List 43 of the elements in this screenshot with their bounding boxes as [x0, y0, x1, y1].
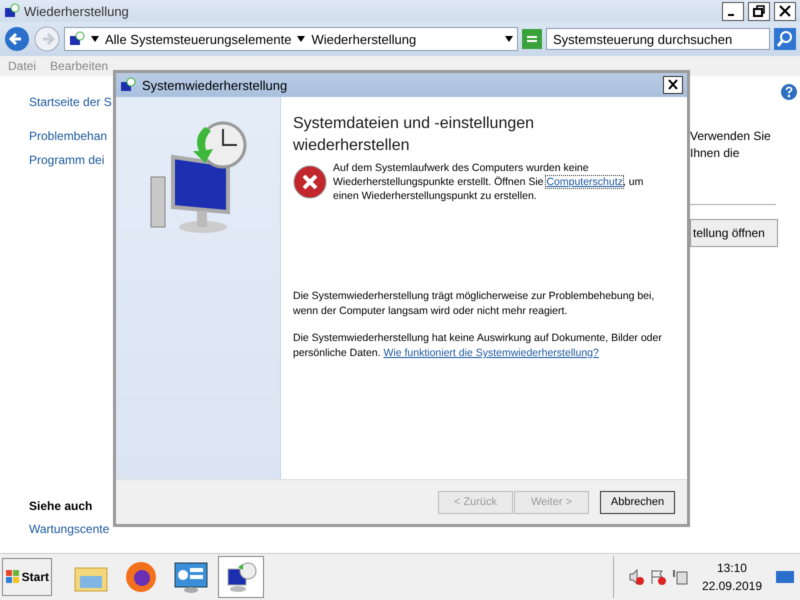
- speaker-muted-icon[interactable]: [628, 569, 644, 585]
- search-field[interactable]: Systemsteuerung durchsuchen: [546, 28, 770, 50]
- dialog-button[interactable]: Abbrechen: [600, 490, 675, 514]
- clock-time: 13:10: [716, 560, 747, 577]
- description-text: Verwenden Sie: [690, 128, 772, 145]
- caret-icon[interactable]: [505, 36, 513, 42]
- address-bar[interactable]: Alle Systemsteuerungselemente Wiederherstellung: [64, 27, 518, 51]
- clock-date: 22.09.2019: [702, 578, 762, 595]
- section-heading: Siehe auch: [29, 498, 94, 515]
- search-icon[interactable]: [774, 28, 796, 50]
- close-button[interactable]: [774, 2, 796, 20]
- close-button[interactable]: [663, 76, 683, 94]
- breadcrumb[interactable]: Wiederherstellung: [311, 32, 416, 46]
- start-button[interactable]: Start: [2, 558, 52, 596]
- info-text: Die Systemwiederherstellung hat keine Auswirkung auf Dokumente, Bilder oder persönliche Daten. Wie funktioniert die Systemwiederherstellung?: [293, 331, 663, 361]
- help-icon[interactable]: [781, 84, 797, 100]
- back-button[interactable]: [4, 26, 30, 52]
- flag-icon[interactable]: [650, 569, 666, 585]
- sidebar-link[interactable]: Programm dei: [29, 148, 113, 172]
- windows-logo-icon: [5, 569, 21, 585]
- caret-icon[interactable]: [91, 36, 99, 42]
- error-icon: [293, 165, 327, 199]
- help-link[interactable]: Wie funktioniert die Systemwiederherstellung?: [383, 347, 599, 359]
- minimize-button[interactable]: [722, 2, 744, 20]
- sidebar-link[interactable]: Problembehan: [29, 124, 113, 148]
- computer-protection-link[interactable]: Computerschutz: [546, 176, 623, 188]
- dialog-title: Systemwiederherstellung: [142, 78, 288, 92]
- dialog-heading: Systemdateien und -einstellungen wiederherstellen: [293, 114, 536, 156]
- browser-icon: [125, 561, 157, 593]
- error-message: Auf dem Systemlaufwerk des Computers wurden keine Wiederherstellungspunkte erstellt. Öffnen Sie Computerschutz, um einen Wiederherstellungspunkt zu erstellen.: [333, 161, 644, 203]
- info-text: Die Systemwiederherstellung trägt möglicherweise zur Problembehebung bei, wenn der Computer langsam wird oder nicht mehr reagiert.: [293, 289, 656, 319]
- taskbar-button[interactable]: [218, 556, 264, 598]
- description-text: Ihnen die: [690, 145, 740, 162]
- refresh-icon[interactable]: [522, 29, 542, 49]
- window-title: Wiederherstellung: [24, 4, 130, 18]
- sidebar-link[interactable]: Wartungscente: [29, 517, 113, 541]
- caret-icon[interactable]: [297, 36, 306, 42]
- breadcrumb[interactable]: Alle Systemsteuerungselemente: [105, 32, 292, 46]
- open-button[interactable]: tellung öffnen: [690, 219, 778, 247]
- computer-clock-icon: [225, 561, 257, 593]
- sidebar-link[interactable]: Startseite der S: [29, 90, 113, 114]
- control-panel-icon: [174, 561, 208, 593]
- restore-button[interactable]: [748, 2, 770, 20]
